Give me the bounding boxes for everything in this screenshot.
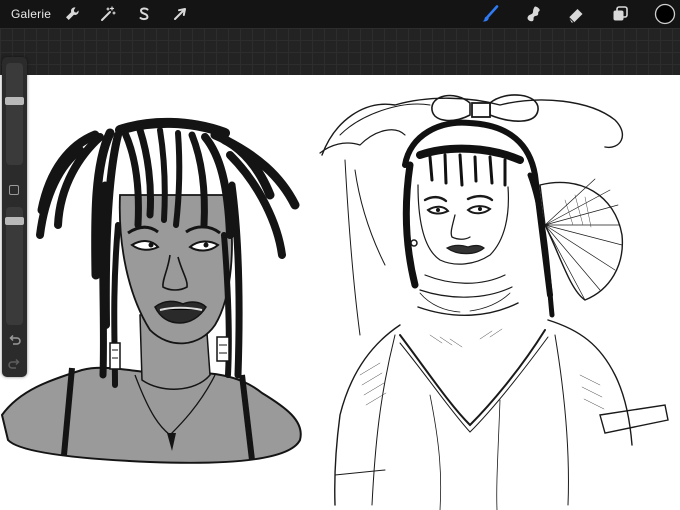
selection-s-icon[interactable] <box>134 4 154 24</box>
modify-square-button[interactable] <box>9 185 19 195</box>
magic-wand-icon[interactable] <box>98 4 118 24</box>
brush-icon[interactable] <box>480 4 500 24</box>
brush-size-slider[interactable] <box>6 63 23 165</box>
undo-icon[interactable] <box>7 333 22 348</box>
gallery-button[interactable]: Galerie <box>11 7 51 21</box>
eraser-icon[interactable] <box>566 4 586 24</box>
brush-size-thumb[interactable] <box>5 97 24 105</box>
left-sidebar <box>2 57 27 377</box>
sketch-right-artwork <box>319 94 669 510</box>
wrench-icon[interactable] <box>62 4 82 24</box>
portrait-left-artwork <box>0 117 302 464</box>
smudge-icon[interactable] <box>524 4 544 24</box>
color-swatch-button[interactable] <box>654 3 676 25</box>
top-toolbar: Galerie <box>0 0 680 28</box>
arrow-cursor-icon[interactable] <box>170 4 190 24</box>
redo-icon[interactable] <box>7 357 22 372</box>
opacity-thumb[interactable] <box>5 217 24 225</box>
layers-icon[interactable] <box>610 4 630 24</box>
drawing-canvas[interactable] <box>0 75 680 510</box>
